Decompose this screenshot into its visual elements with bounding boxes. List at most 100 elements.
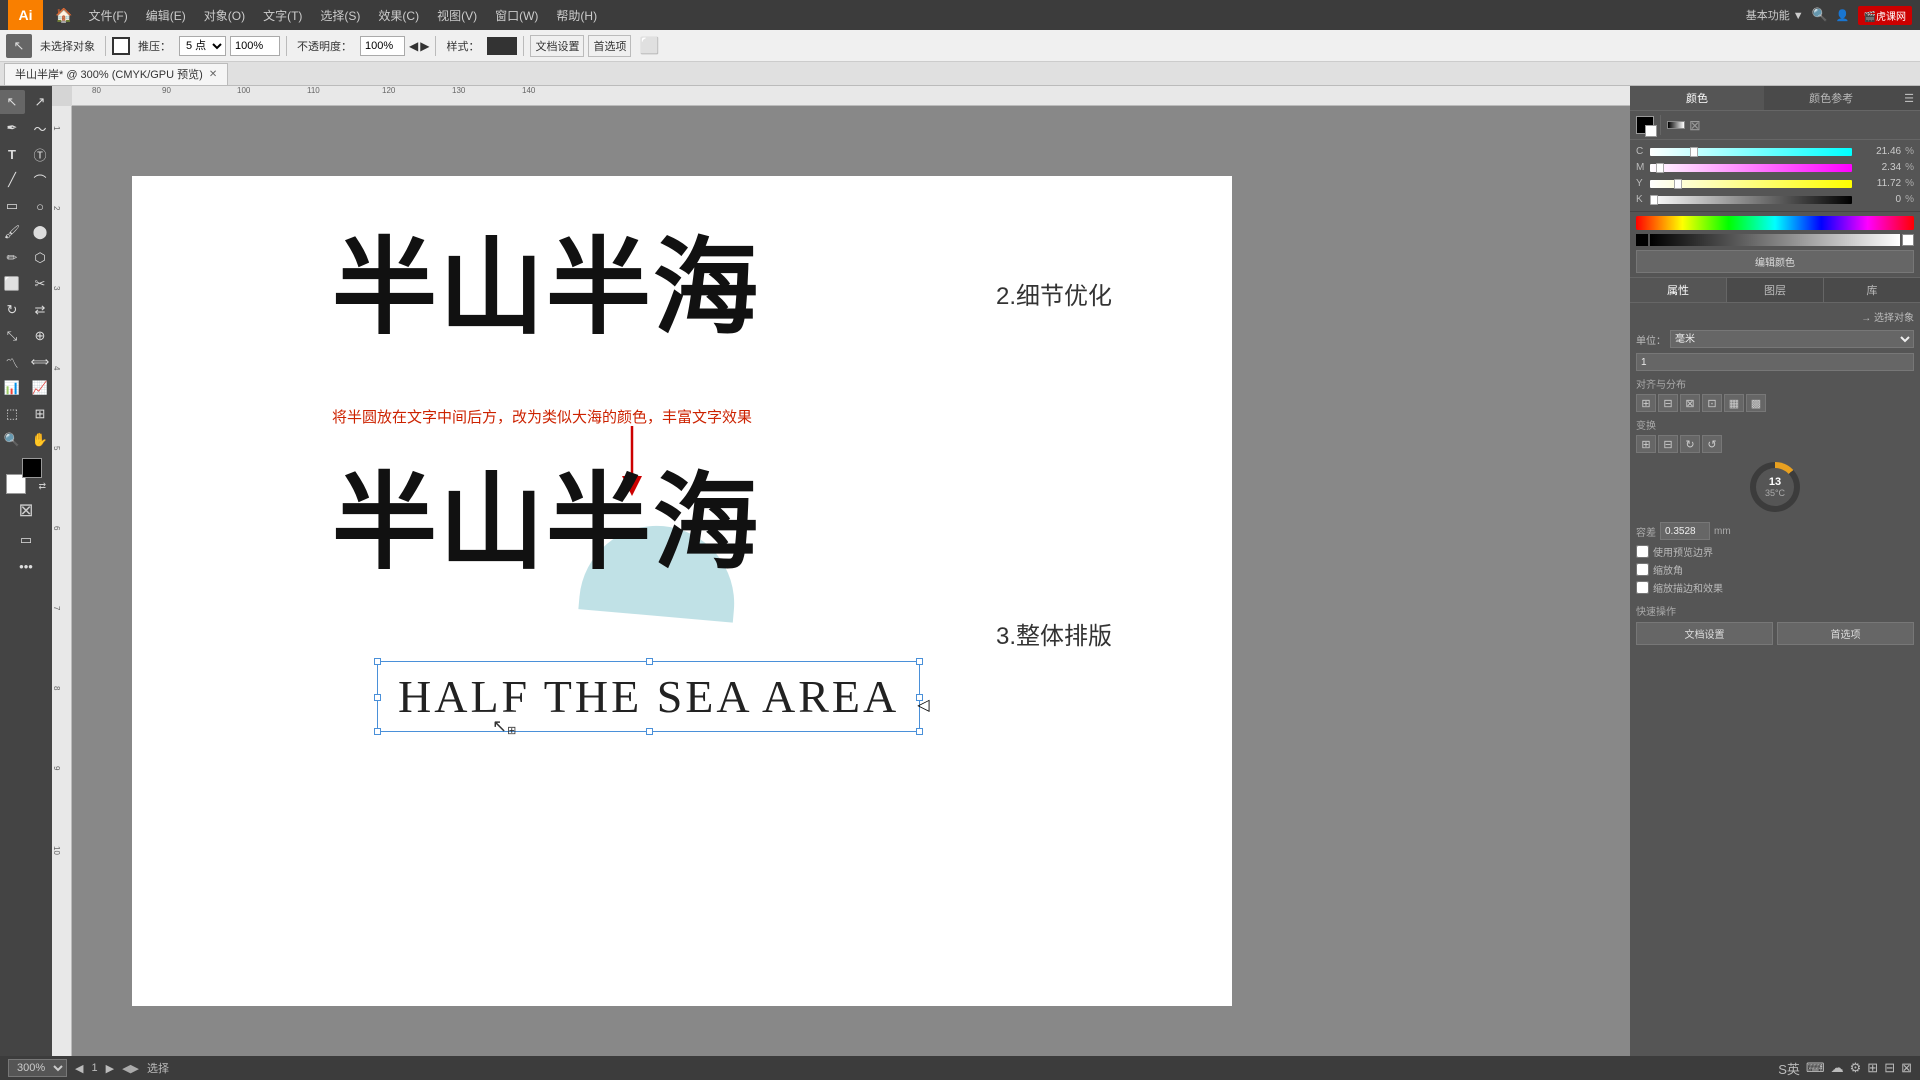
none-swatch-icon[interactable]: ⊠ <box>1689 117 1701 134</box>
yellow-slider-track[interactable] <box>1650 180 1852 188</box>
layers-tab[interactable]: 图层 <box>1727 278 1824 302</box>
share-icon[interactable]: ⊠ <box>1901 1060 1912 1076</box>
canvas-area[interactable]: 80 90 100 110 120 130 140 1 2 3 4 5 6 7 … <box>52 86 1630 1056</box>
transform-btn-3[interactable]: ↻ <box>1680 435 1700 453</box>
stroke-color-swatch[interactable] <box>112 37 130 55</box>
document-tab[interactable]: 半山半岸* @ 300% (CMYK/GPU 预览) ✕ <box>4 63 228 85</box>
warp-tool[interactable]: 〽 <box>0 350 25 374</box>
foreground-color-swatch[interactable] <box>22 458 42 478</box>
rotate-tool[interactable]: ↻ <box>0 298 25 322</box>
opacity-input[interactable] <box>360 36 405 56</box>
tab-close-btn[interactable]: ✕ <box>209 69 217 80</box>
selection-tool-btn[interactable]: ↖ <box>6 34 32 58</box>
panel-menu-btn[interactable]: ☰ <box>1898 88 1920 109</box>
quick-doc-settings-button[interactable]: 文档设置 <box>1636 622 1773 645</box>
gray-gradient-swatch[interactable] <box>1650 234 1900 246</box>
scale-corners-checkbox[interactable] <box>1636 563 1649 576</box>
library-tab[interactable]: 库 <box>1824 278 1920 302</box>
cyan-slider-thumb[interactable] <box>1690 147 1698 157</box>
pencil-tool[interactable]: ✏ <box>0 246 25 270</box>
black-swatch[interactable] <box>1636 234 1648 246</box>
type-tool[interactable]: T <box>0 142 25 166</box>
layers-status-icon[interactable]: ⊞ <box>1867 1060 1878 1076</box>
menu-window[interactable]: 窗口(W) <box>487 5 546 26</box>
align-right-btn[interactable]: ⊠ <box>1680 394 1700 412</box>
menu-help[interactable]: 帮助(H) <box>548 5 605 26</box>
blob-brush-tool[interactable]: ⬤ <box>27 220 52 244</box>
change-screen-mode[interactable]: ▭ <box>13 528 39 552</box>
handle-tr[interactable] <box>916 658 923 665</box>
doc-settings-button[interactable]: 文档设置 <box>530 35 584 57</box>
arrow-right-icon[interactable]: ▶ <box>420 39 429 53</box>
transform-btn-4[interactable]: ↺ <box>1702 435 1722 453</box>
dimension-input[interactable] <box>1636 353 1914 371</box>
align-bottom-btn[interactable]: ▩ <box>1746 394 1766 412</box>
scissors-tool[interactable]: ✂ <box>27 272 52 296</box>
align-middle-btn[interactable]: ▦ <box>1724 394 1744 412</box>
handle-mr[interactable]: ◁ <box>916 694 923 701</box>
style-swatch[interactable] <box>487 37 517 55</box>
page-nav-icons[interactable]: ◀▶ <box>122 1062 139 1075</box>
unit-select[interactable]: 毫米 <box>1670 330 1914 348</box>
menu-text[interactable]: 文字(T) <box>255 5 310 26</box>
properties-tab[interactable]: 属性 <box>1630 278 1727 302</box>
column-graph-tool[interactable]: 📈 <box>27 376 52 400</box>
scale-stroke-checkbox[interactable] <box>1636 581 1649 594</box>
black-slider-track[interactable] <box>1650 196 1852 204</box>
handle-tl[interactable] <box>374 658 381 665</box>
touch-type-tool[interactable]: Ⓣ <box>27 142 52 166</box>
grid-status-icon[interactable]: ⊟ <box>1884 1060 1895 1076</box>
select-tool[interactable]: ↖ <box>0 90 25 114</box>
handle-bl[interactable] <box>374 728 381 735</box>
align-left-btn[interactable]: ⊞ <box>1636 394 1656 412</box>
page-indicator-right[interactable]: ▶ <box>106 1062 114 1075</box>
reflect-tool[interactable]: ⇄ <box>27 298 52 322</box>
pen-tool[interactable]: ✒ <box>0 116 25 140</box>
shaper-tool[interactable]: ⬡ <box>27 246 52 270</box>
width-tool[interactable]: ⟺ <box>27 350 52 374</box>
stroke-weight-input[interactable] <box>230 36 280 56</box>
direct-select-tool[interactable]: ↗ <box>27 90 52 114</box>
magenta-slider-track[interactable] <box>1650 164 1852 172</box>
home-icon[interactable]: 🏠 <box>49 5 78 26</box>
magenta-slider-thumb[interactable] <box>1656 163 1664 173</box>
menu-file[interactable]: 文件(F) <box>80 5 135 26</box>
cyan-slider-track[interactable] <box>1650 148 1852 156</box>
scale-tool[interactable]: ⤡ <box>0 324 25 348</box>
curvature-tool[interactable]: 〜 <box>27 116 52 140</box>
handle-tc[interactable] <box>646 658 653 665</box>
tolerance-input[interactable] <box>1660 522 1710 540</box>
fg-color-box[interactable] <box>1636 116 1654 134</box>
bg-color-box[interactable] <box>1645 125 1657 137</box>
english-text-container[interactable]: ◁ HALF THE SEA AREA <box>382 666 915 727</box>
menu-object[interactable]: 对象(O) <box>196 5 253 26</box>
gradient-swatch[interactable] <box>1667 121 1685 129</box>
slice-tool[interactable]: ⊞ <box>27 402 52 426</box>
settings-status-icon[interactable]: ⚙ <box>1850 1060 1862 1076</box>
artboard-tool[interactable]: ⬚ <box>0 402 25 426</box>
menu-edit[interactable]: 编辑(E) <box>138 5 194 26</box>
black-slider-thumb[interactable] <box>1650 195 1658 205</box>
menu-select[interactable]: 选择(S) <box>312 5 368 26</box>
rect-tool[interactable]: ▭ <box>0 194 25 218</box>
ellipse-tool[interactable]: ○ <box>27 194 52 218</box>
stroke-weight-select[interactable]: 5 点 <box>179 36 226 56</box>
handle-bc[interactable] <box>646 728 653 735</box>
user-icon[interactable]: 👤 <box>1836 9 1850 22</box>
align-center-btn[interactable]: ⊟ <box>1658 394 1678 412</box>
quick-preferences-button[interactable]: 首选项 <box>1777 622 1914 645</box>
lang-icon[interactable]: S英 <box>1778 1059 1800 1078</box>
graph-tool[interactable]: 📊 <box>0 376 25 400</box>
eraser-tool[interactable]: ⬜ <box>0 272 25 296</box>
menu-view[interactable]: 视图(V) <box>429 5 485 26</box>
extra-tools[interactable]: ••• <box>13 554 39 578</box>
handle-br[interactable] <box>916 728 923 735</box>
paintbrush-tool[interactable]: 🖌 <box>0 220 25 244</box>
line-tool[interactable]: ╱ <box>0 168 25 192</box>
page-indicator-left[interactable]: ◀ <box>75 1062 83 1075</box>
arrow-left-icon[interactable]: ◀ <box>409 39 418 53</box>
color-reference-tab[interactable]: 颜色参考 <box>1764 86 1898 110</box>
sync-icon[interactable]: ☁ <box>1831 1060 1844 1076</box>
keyboard-icon[interactable]: ⌨ <box>1806 1060 1825 1076</box>
toolbar-extra-icon[interactable]: ⬜ <box>639 36 659 56</box>
